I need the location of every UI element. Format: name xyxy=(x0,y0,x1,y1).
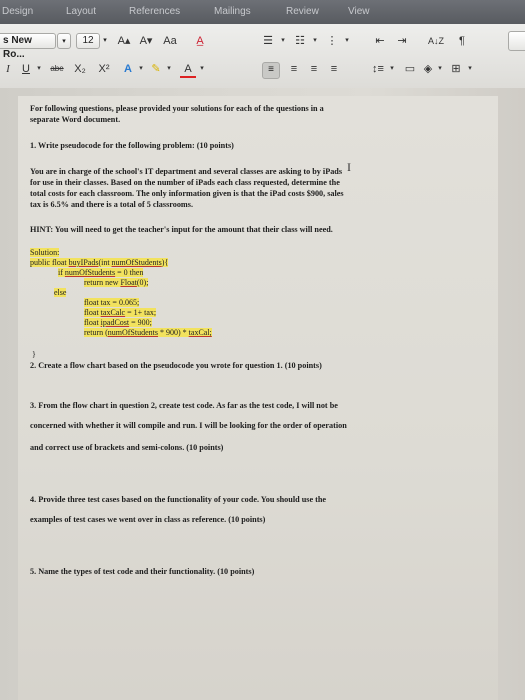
increase-indent-icon[interactable]: ⇥ xyxy=(394,34,410,48)
chevron-down-icon: ▾ xyxy=(103,37,107,44)
decrease-indent-icon[interactable]: ⇤ xyxy=(372,34,388,48)
underline-button[interactable]: U xyxy=(20,62,32,76)
styles-gallery-scroll[interactable] xyxy=(508,31,525,51)
grow-font-icon[interactable]: A▴ xyxy=(114,34,134,48)
code-line-1: public float buyIPads(int numOfStudents)… xyxy=(30,258,169,267)
clear-formatting-icon[interactable]: A̲ xyxy=(185,34,215,48)
highlight-color-icon[interactable]: ✎ xyxy=(148,62,164,76)
align-left-button[interactable]: ≡ xyxy=(262,62,280,79)
chevron-down-icon[interactable]: ▾ xyxy=(198,62,206,76)
document-area[interactable]: For following questions, please provided… xyxy=(0,88,525,700)
question-4-line-2: examples of test cases we went over in c… xyxy=(30,515,266,524)
ribbon-tabs: Design Layout References Mailings Review… xyxy=(0,0,525,24)
font-name-dropdown[interactable]: ▾ xyxy=(57,33,71,49)
code-line-6: float taxCalc = 1+ tax; xyxy=(84,308,157,317)
font-color-icon[interactable]: A xyxy=(180,62,196,78)
align-right-icon[interactable]: ≡ xyxy=(306,62,322,76)
question-3-line-3: and correct use of brackets and semi-col… xyxy=(30,443,224,452)
align-center-icon[interactable]: ≡ xyxy=(286,62,302,76)
chevron-down-icon[interactable]: ▾ xyxy=(137,62,145,76)
code-line-4: else xyxy=(54,288,67,297)
ribbon-home: s New Ro... ▾ 12 ▾ A▴ A▾ Aa A̲ ☰ ▾ ☷ ▾ ⋮… xyxy=(0,24,525,89)
intro-line-1: For following questions, please provided… xyxy=(30,104,324,113)
question-1-body-line-3: total costs for each classroom. The only… xyxy=(30,189,344,198)
tab-layout[interactable]: Layout xyxy=(66,6,96,17)
chevron-down-icon: ▾ xyxy=(62,38,66,45)
question-4-line-1: 4. Provide three test cases based on the… xyxy=(30,495,327,504)
question-1-body-line-2: for use in their classes. Based on the n… xyxy=(30,178,340,187)
shrink-font-icon[interactable]: A▾ xyxy=(136,34,156,48)
font-name-box[interactable]: s New Ro... xyxy=(0,33,56,60)
code-line-2: if numOfStudents = 0 then xyxy=(58,268,144,277)
font-name-value: s New Ro... xyxy=(3,35,32,60)
font-size-dropdown[interactable]: ▾ xyxy=(100,33,110,49)
code-line-7: float ipadCost = 900; xyxy=(84,318,152,327)
tab-design[interactable]: Design xyxy=(2,6,33,17)
bullets-icon[interactable]: ☰ xyxy=(260,34,276,48)
show-formatting-icon[interactable]: ¶ xyxy=(455,34,469,48)
solution-label: Solution: xyxy=(30,248,60,257)
chevron-down-icon[interactable]: ▾ xyxy=(436,62,444,76)
sort-icon[interactable]: A↓Z xyxy=(425,34,447,48)
italic-button[interactable]: I xyxy=(2,62,14,76)
change-case-icon[interactable]: Aa xyxy=(160,34,180,48)
chevron-down-icon[interactable]: ▾ xyxy=(165,62,173,76)
code-line-3: return new Float(0); xyxy=(84,278,149,287)
chevron-down-icon[interactable]: ▾ xyxy=(278,34,288,48)
tab-mailings[interactable]: Mailings xyxy=(214,6,251,17)
numbering-icon[interactable]: ☷ xyxy=(292,34,308,48)
paint-bucket-icon[interactable]: ◈ xyxy=(420,62,436,76)
strikethrough-button[interactable]: abe xyxy=(46,62,68,76)
tab-review[interactable]: Review xyxy=(286,6,319,17)
question-1-heading: 1. Write pseudocode for the following pr… xyxy=(30,141,234,150)
superscript-button[interactable]: X² xyxy=(96,62,112,76)
chevron-down-icon[interactable]: ▾ xyxy=(466,62,474,76)
text-effects-icon[interactable]: A xyxy=(120,62,136,76)
chevron-down-icon[interactable]: ▾ xyxy=(388,62,396,76)
question-1-body-line-1: You are in charge of the school's IT dep… xyxy=(30,167,343,176)
question-3-line-1: 3. From the flow chart in question 2, cr… xyxy=(30,401,338,410)
font-size-value: 12 xyxy=(82,35,94,46)
question-5: 5. Name the types of test code and their… xyxy=(30,567,255,576)
subscript-button[interactable]: X₂ xyxy=(72,62,88,76)
question-3-line-2: concerned with whether it will compile a… xyxy=(30,421,347,430)
code-line-9: } xyxy=(32,350,36,359)
question-1-body-line-4: tax is 6.5% and there is a total of 5 cl… xyxy=(30,200,193,209)
code-line-8: return (numOfStudents * 900) * taxCal; xyxy=(84,328,212,337)
document-page[interactable]: For following questions, please provided… xyxy=(18,96,498,700)
question-2: 2. Create a flow chart based on the pseu… xyxy=(30,361,322,370)
text-cursor-icon: I xyxy=(347,160,351,174)
shading-icon[interactable]: ▭ xyxy=(402,62,418,76)
line-spacing-icon[interactable]: ↕≡ xyxy=(370,62,386,76)
multilevel-list-icon[interactable]: ⋮ xyxy=(324,34,340,48)
font-size-box[interactable]: 12 xyxy=(76,33,100,49)
align-left-icon: ≡ xyxy=(268,64,274,75)
borders-icon[interactable]: ⊞ xyxy=(448,62,464,76)
tab-references[interactable]: References xyxy=(129,6,180,17)
intro-line-2: separate Word document. xyxy=(30,115,121,124)
tab-view[interactable]: View xyxy=(348,6,370,17)
chevron-down-icon[interactable]: ▾ xyxy=(310,34,320,48)
chevron-down-icon[interactable]: ▾ xyxy=(342,34,352,48)
chevron-down-icon[interactable]: ▾ xyxy=(35,62,43,76)
justify-icon[interactable]: ≡ xyxy=(326,62,342,76)
code-line-5: float tax = 0.065; xyxy=(84,298,140,307)
hint-text: HINT: You will need to get the teacher's… xyxy=(30,225,333,234)
